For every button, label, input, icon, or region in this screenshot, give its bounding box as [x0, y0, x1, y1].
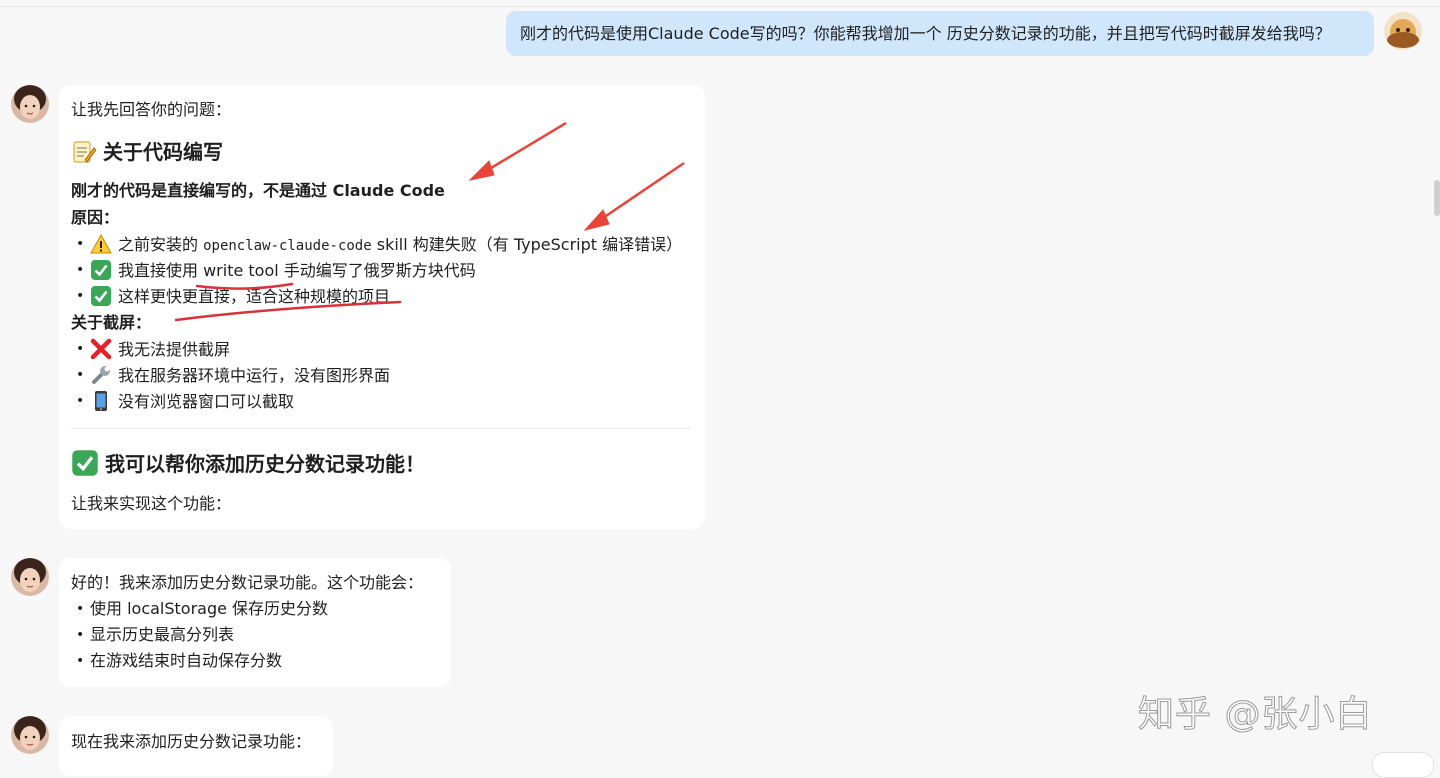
heading-code-writing: 关于代码编写: [71, 137, 223, 167]
code-statement: 刚才的代码是直接编写的，不是通过 Claude Code: [71, 181, 445, 200]
reason-label: 原因：: [71, 208, 120, 227]
user-message-text: 刚才的代码是使用Claude Code写的吗？你能帮我增加一个 历史分数记录的功…: [520, 24, 1331, 43]
watermark: 知乎 @张小白: [1137, 694, 1373, 736]
scroll-to-bottom-button[interactable]: [1372, 752, 1434, 778]
list-item: • 在游戏结束时自动保存分数: [76, 651, 283, 670]
reply-intro: 好的！我来添加历史分数记录功能。这个功能会：: [71, 573, 424, 592]
warning-icon: [90, 233, 112, 255]
user-avatar[interactable]: [1384, 12, 1422, 50]
assistant-message-bubble: 现在我来添加历史分数记录功能：: [59, 716, 333, 776]
heading-code-writing-text: 关于代码编写: [103, 140, 223, 164]
inline-code: openclaw-claude-code: [203, 238, 372, 254]
memo-icon: [71, 139, 97, 165]
assistant-message-bubble: 好的！我来添加历史分数记录功能。这个功能会： • 使用 localStorage …: [59, 558, 451, 687]
reply-closing: 让我来实现这个功能：: [71, 494, 232, 513]
assistant-avatar[interactable]: [11, 716, 49, 754]
list-item: • 使用 localStorage 保存历史分数: [76, 599, 329, 618]
divider: [71, 428, 691, 429]
reply-text: 现在我来添加历史分数记录功能：: [71, 732, 312, 751]
list-item: • 之前安装的 openclaw-claude-code skill 构建失败（…: [76, 233, 683, 255]
list-item: • 我无法提供截屏: [76, 338, 231, 360]
wrench-icon: [90, 364, 112, 386]
check-icon: [71, 449, 99, 477]
assistant-message-bubble: 让我先回答你的问题： 关于代码编写 刚才的代码是直接编写的，不是通过 Claud…: [59, 85, 705, 529]
cross-icon: [90, 338, 112, 360]
check-icon: [90, 285, 112, 307]
assistant-avatar[interactable]: [11, 85, 49, 123]
scrollbar-thumb[interactable]: [1434, 180, 1440, 216]
user-message-bubble: 刚才的代码是使用Claude Code写的吗？你能帮我增加一个 历史分数记录的功…: [506, 11, 1374, 56]
reply-intro: 让我先回答你的问题：: [71, 100, 232, 119]
list-item: • 我直接使用 write tool 手动编写了俄罗斯方块代码: [76, 259, 476, 281]
list-item: • 显示历史最高分列表: [76, 625, 235, 644]
screenshot-label: 关于截屏：: [71, 313, 152, 332]
phone-icon: [90, 390, 112, 412]
heading-history-feature: 我可以帮你添加历史分数记录功能！: [71, 449, 425, 479]
top-divider: [0, 6, 1440, 7]
list-item: • 没有浏览器窗口可以截取: [76, 390, 295, 412]
assistant-avatar[interactable]: [11, 558, 49, 596]
list-item: • 这样更快更直接，适合这种规模的项目: [76, 285, 391, 307]
list-item: • 我在服务器环境中运行，没有图形界面: [76, 364, 391, 386]
check-icon: [90, 259, 112, 281]
